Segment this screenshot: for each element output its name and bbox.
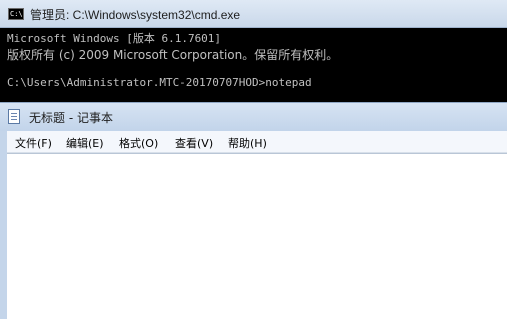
notepad-menu-bar: 文件(F) 编辑(E) 格式(O) 查看(V) 帮助(H): [7, 131, 507, 153]
cmd-title-bar[interactable]: C:\ 管理员: C:\Windows\system32\cmd.exe: [0, 0, 507, 28]
desktop: C:\ 管理员: C:\Windows\system32\cmd.exe Mic…: [0, 0, 507, 319]
menu-help[interactable]: 帮助(H): [228, 135, 267, 151]
menu-format[interactable]: 格式(O): [119, 135, 158, 151]
notepad-window-title: 无标题 - 记事本: [29, 111, 113, 125]
cmd-icon: C:\: [8, 8, 24, 20]
cmd-output-line: 版权所有 (c) 2009 Microsoft Corporation。保留所有…: [7, 48, 339, 62]
menu-view[interactable]: 查看(V): [175, 135, 213, 151]
notepad-title-bar[interactable]: 无标题 - 记事本: [0, 103, 507, 131]
menu-edit[interactable]: 编辑(E): [66, 135, 104, 151]
cmd-window-title: 管理员: C:\Windows\system32\cmd.exe: [30, 8, 241, 22]
notepad-text-area[interactable]: [7, 153, 507, 319]
cmd-prompt-line: C:\Users\Administrator.MTC-20170707HOD>n…: [7, 76, 312, 89]
cmd-console[interactable]: Microsoft Windows [版本 6.1.7601] 版权所有 (c)…: [0, 28, 507, 102]
menu-file[interactable]: 文件(F): [15, 135, 52, 151]
notepad-icon: [8, 109, 20, 124]
notepad-window: 无标题 - 记事本 文件(F) 编辑(E) 格式(O) 查看(V) 帮助(H): [0, 102, 507, 319]
cmd-output-line: Microsoft Windows [版本 6.1.7601]: [7, 32, 222, 45]
